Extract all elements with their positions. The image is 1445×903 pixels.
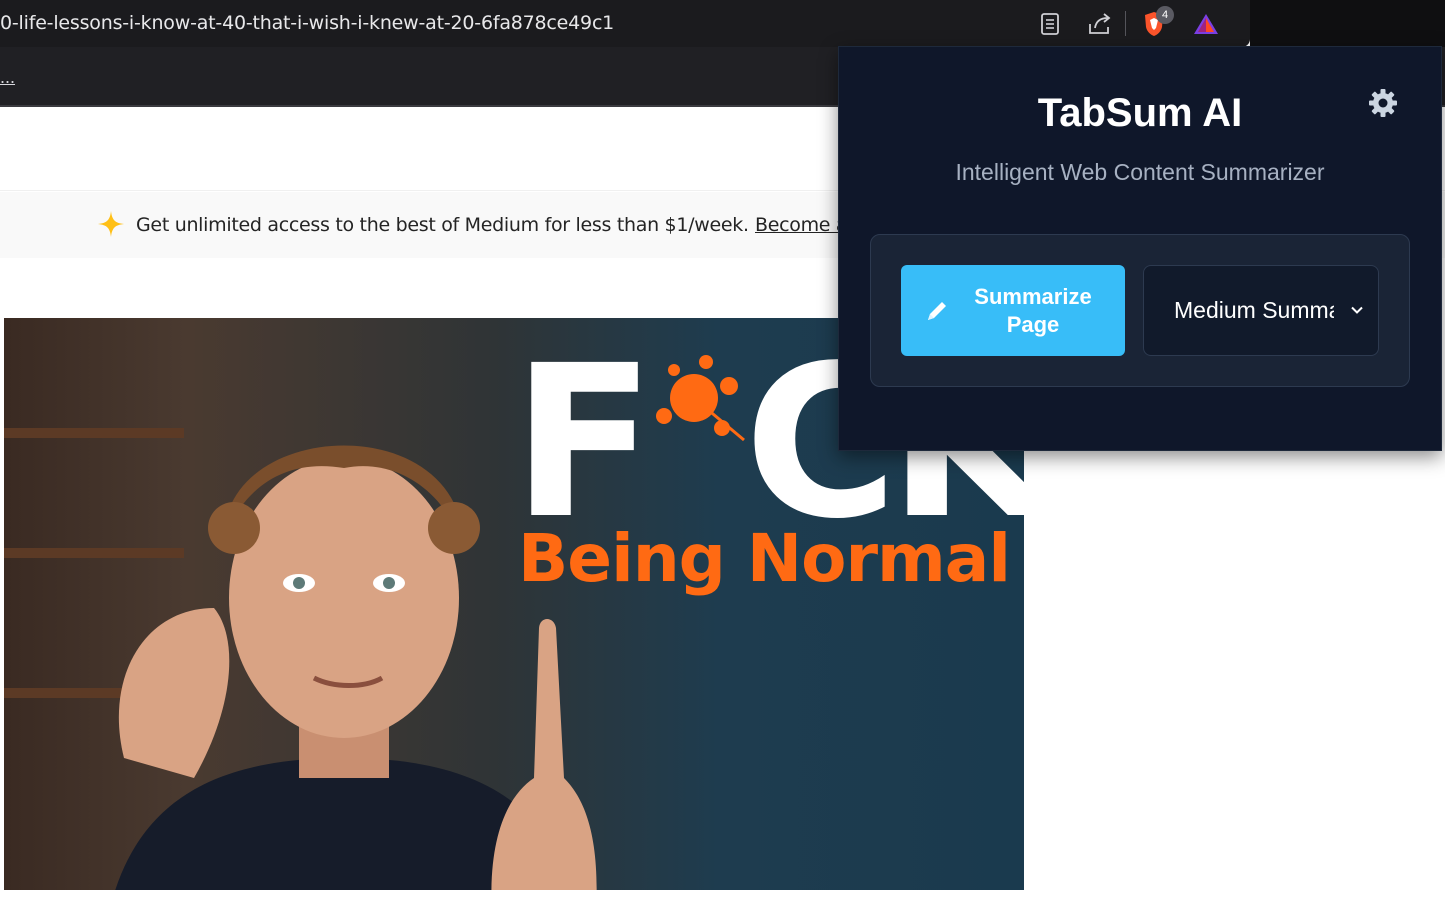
shields-count-badge: 4 [1156, 6, 1174, 24]
reader-mode-icon[interactable] [1034, 8, 1066, 40]
hero-subtitle: Being Normal [518, 520, 1011, 597]
settings-gear-icon[interactable] [1367, 87, 1399, 119]
summary-mode-select[interactable]: Medium Summary [1143, 265, 1379, 356]
tabsum-popup: TabSum AI Intelligent Web Content Summar… [838, 46, 1442, 451]
sparkle-icon [98, 211, 124, 237]
actions-card: Summarize Page Medium Summary [870, 234, 1410, 387]
chevron-down-icon [1351, 306, 1363, 314]
summarize-page-button[interactable]: Summarize Page [901, 265, 1125, 356]
address-bar[interactable]: 0-life-lessons-i-know-at-40-that-i-wish-… [0, 0, 1250, 47]
summary-mode-value: Medium Summary [1174, 297, 1334, 323]
popup-subtitle: Intelligent Web Content Summarizer [955, 159, 1325, 185]
brave-rewards-icon[interactable] [1190, 8, 1222, 40]
share-icon[interactable] [1084, 8, 1116, 40]
pencil-icon [928, 301, 946, 320]
url-text[interactable]: 0-life-lessons-i-know-at-40-that-i-wish-… [0, 12, 614, 34]
screen: 0-life-lessons-i-know-at-40-that-i-wish-… [0, 0, 1445, 903]
popup-title: TabSum AI [1037, 91, 1243, 135]
promo-text: Get unlimited access to the best of Medi… [136, 214, 749, 236]
bookmarks-overflow[interactable]: ... [0, 67, 15, 88]
paint-splat [656, 355, 745, 442]
toolbar-divider [1125, 11, 1126, 36]
hero-word-f: F [512, 320, 655, 565]
become-member-link[interactable]: Become a [755, 214, 848, 236]
extensions-area [1250, 0, 1445, 47]
summarize-page-label: Summarize Page [974, 283, 1092, 337]
